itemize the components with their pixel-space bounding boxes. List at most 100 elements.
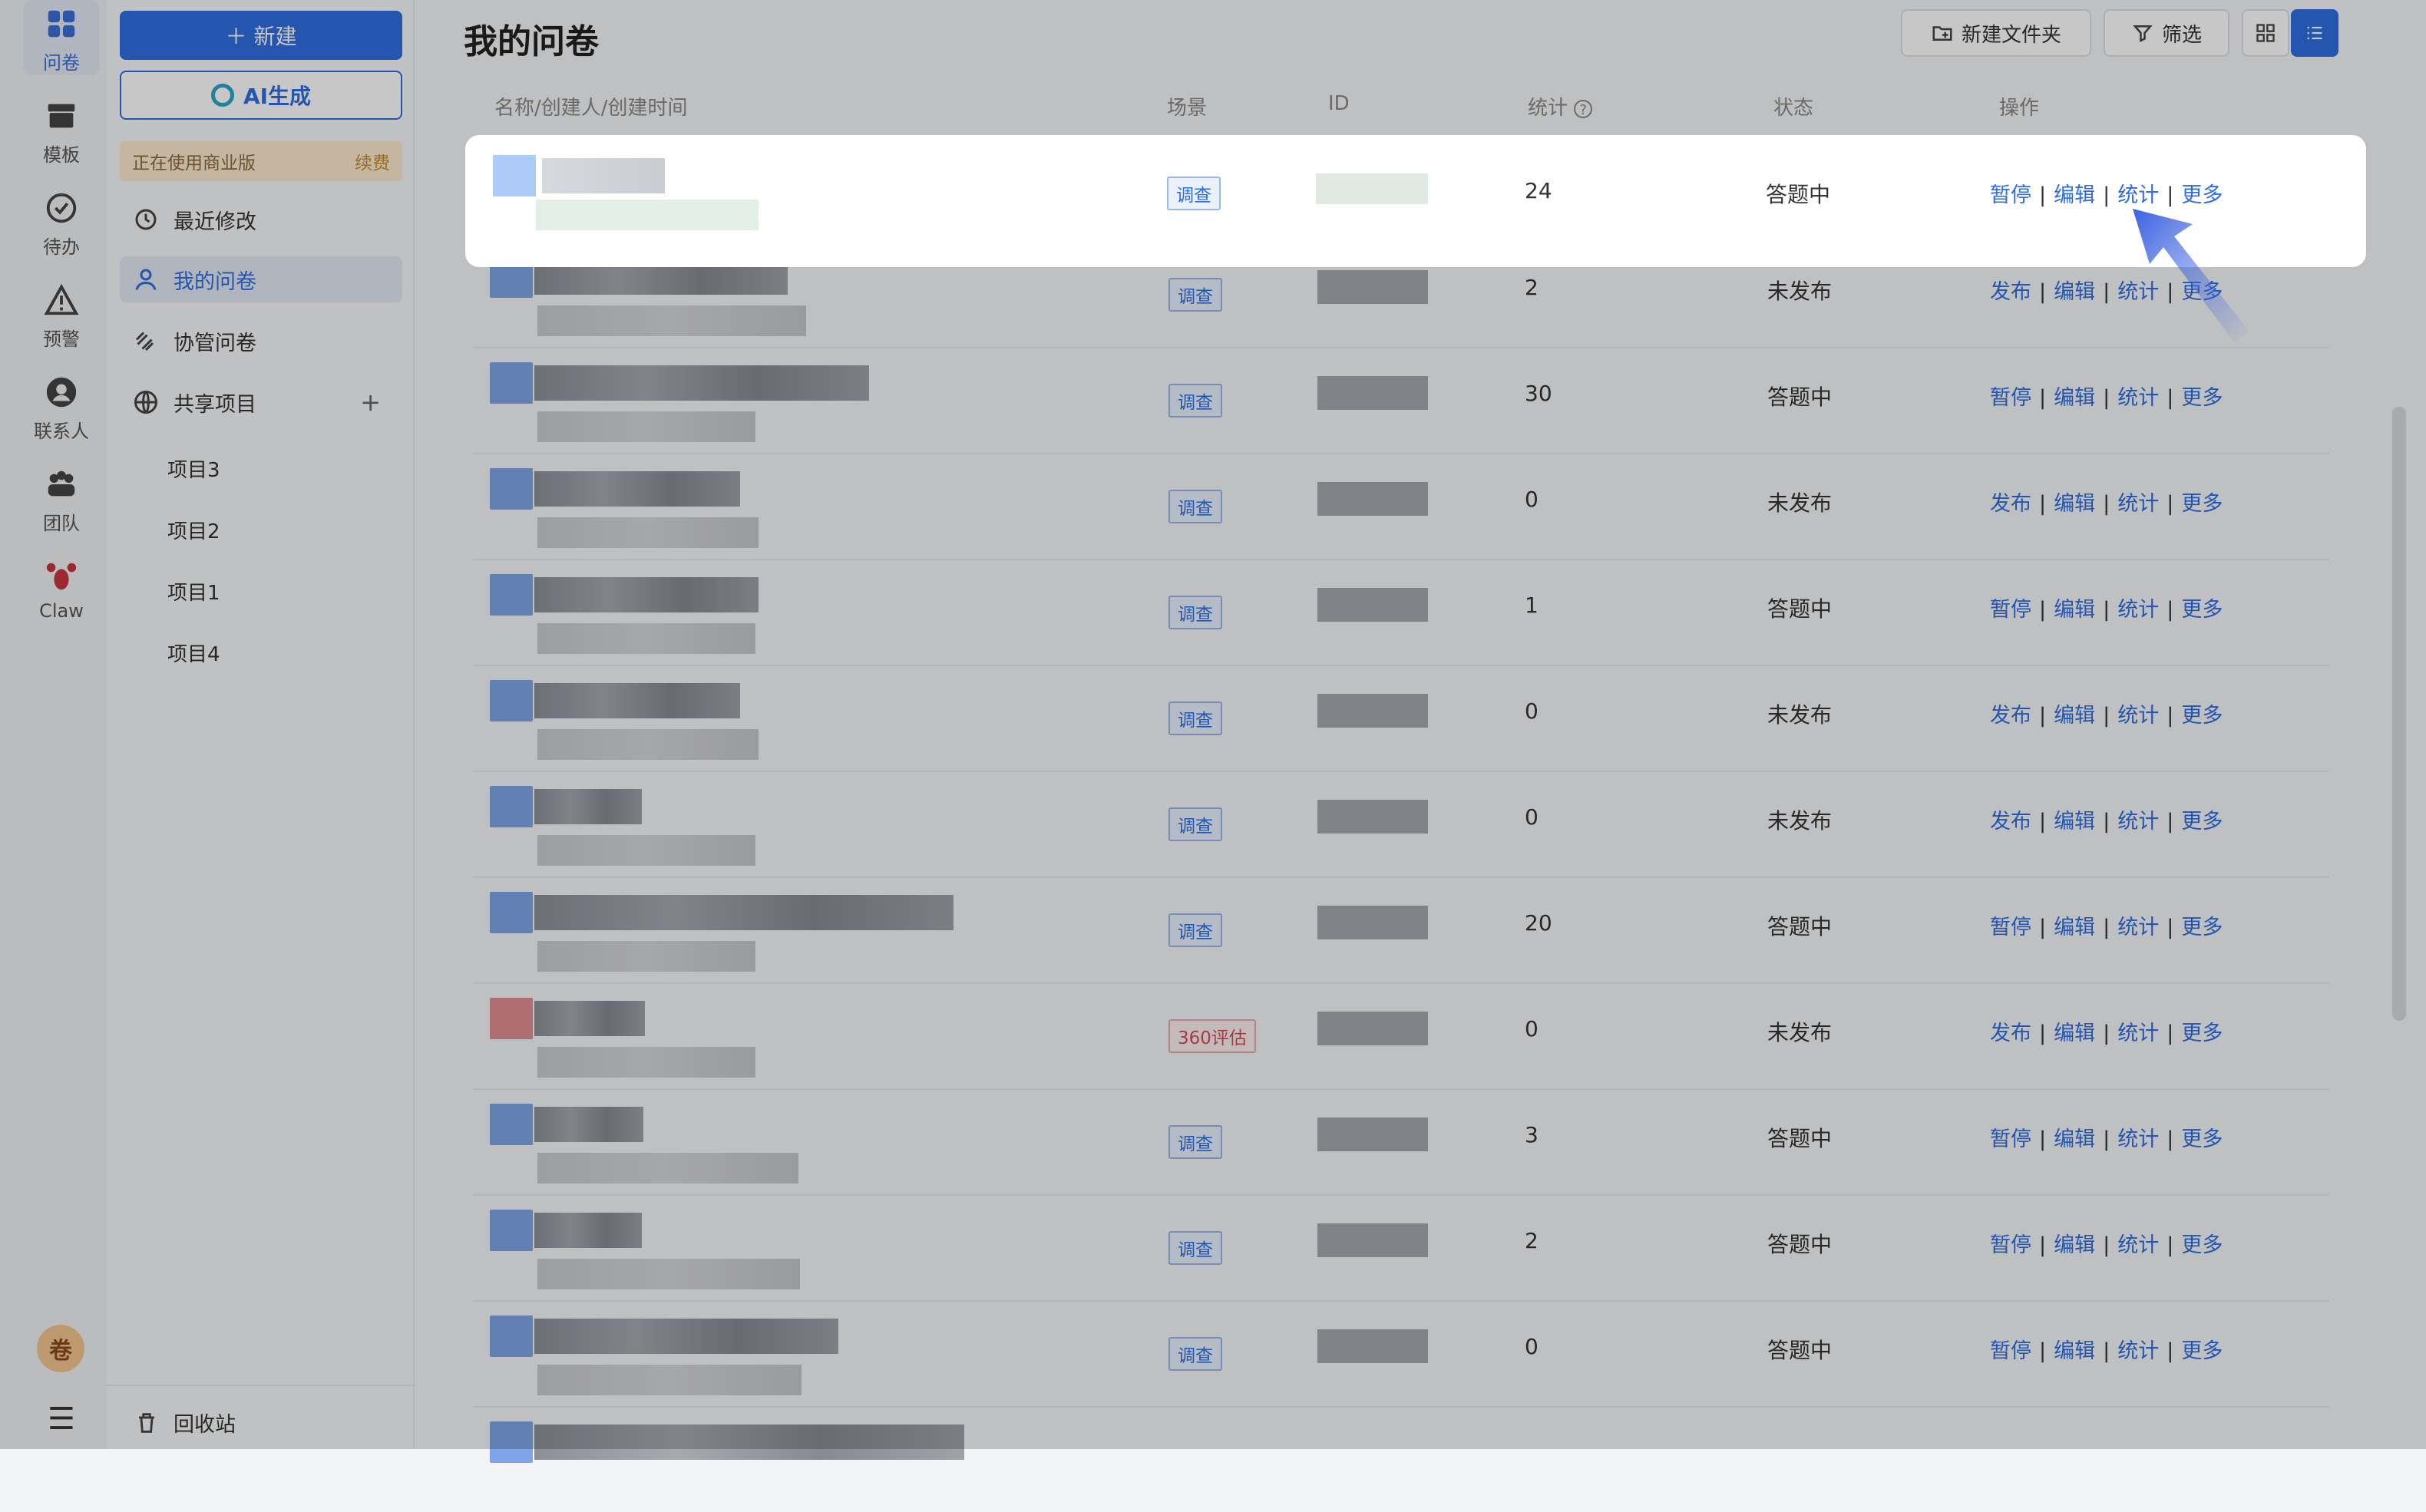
add-project-icon[interactable]: + <box>360 388 381 417</box>
rail-item-contacts[interactable]: 联系人 <box>23 375 100 443</box>
action-stats[interactable]: 统计 <box>2117 704 2159 728</box>
nav-item-co-managed[interactable]: 协管问卷 <box>120 318 402 364</box>
table-row[interactable]: 调查 2 答题中 暂停 | 编辑 | 统计 | 更多 <box>473 1194 2329 1302</box>
action-edit[interactable]: 编辑 <box>2054 704 2095 728</box>
status-text: 答题中 <box>1766 182 1831 207</box>
filter-button[interactable]: 筛选 <box>2104 9 2229 57</box>
grid-view-button[interactable] <box>2242 9 2289 57</box>
action-stats[interactable]: 统计 <box>2117 1127 2159 1151</box>
project-item[interactable]: 项目2 <box>167 516 220 544</box>
action-edit[interactable]: 编辑 <box>2054 916 2095 939</box>
action-stats[interactable]: 统计 <box>2117 810 2159 834</box>
action-edit[interactable]: 编辑 <box>2054 1127 2095 1151</box>
action-stats[interactable]: 统计 <box>2117 598 2159 622</box>
action-primary[interactable]: 暂停 <box>1990 916 2031 939</box>
scene-tag: 360评估 <box>1168 1019 1256 1053</box>
project-item[interactable]: 项目4 <box>167 639 220 667</box>
table-row[interactable]: 调查 20 答题中 暂停 | 编辑 | 统计 | 更多 <box>473 876 2329 984</box>
table-row[interactable]: 调查 0 未发布 发布 | 编辑 | 统计 | 更多 <box>473 771 2329 878</box>
renew-link[interactable]: 续费 <box>355 148 390 174</box>
action-edit[interactable]: 编辑 <box>2054 386 2095 410</box>
stat-count[interactable]: 2 <box>1525 275 1539 300</box>
action-edit[interactable]: 编辑 <box>2054 1022 2095 1045</box>
action-stats[interactable]: 统计 <box>2117 1022 2159 1045</box>
rail-item-claw[interactable]: Claw <box>23 559 100 622</box>
action-stats[interactable]: 统计 <box>2117 1339 2159 1363</box>
action-primary[interactable]: 暂停 <box>1990 386 2031 410</box>
action-primary[interactable]: 发布 <box>1990 280 2031 304</box>
action-more[interactable]: 更多 <box>2181 1233 2223 1257</box>
hamburger-icon[interactable]: ☰ <box>48 1401 75 1437</box>
table-row-partial[interactable] <box>473 1406 2329 1512</box>
stat-count[interactable]: 0 <box>1525 698 1539 724</box>
action-edit[interactable]: 编辑 <box>2054 810 2095 834</box>
action-edit[interactable]: 编辑 <box>2054 183 2095 207</box>
action-more[interactable]: 更多 <box>2181 1022 2223 1045</box>
stat-count[interactable]: 30 <box>1525 381 1552 406</box>
action-more[interactable]: 更多 <box>2181 1339 2223 1363</box>
action-edit[interactable]: 编辑 <box>2054 598 2095 622</box>
rail-item-team[interactable]: 团队 <box>23 467 100 535</box>
action-more[interactable]: 更多 <box>2181 916 2223 939</box>
action-pause[interactable]: 暂停 <box>1990 183 2031 207</box>
action-primary[interactable]: 发布 <box>1990 492 2031 516</box>
highlighted-row[interactable]: 调查 24 答题中 暂停 | 编辑 | 统计 | 更多 <box>465 135 2366 267</box>
stat-count[interactable]: 2 <box>1525 1228 1539 1253</box>
table-row[interactable]: 360评估 0 未发布 发布 | 编辑 | 统计 | 更多 <box>473 982 2329 1090</box>
rail-item-surveys[interactable]: 问卷 <box>23 0 100 75</box>
stat-count[interactable]: 0 <box>1525 1016 1539 1042</box>
help-icon[interactable]: ? <box>1574 100 1593 118</box>
stat-count[interactable]: 24 <box>1525 178 1552 203</box>
action-edit[interactable]: 编辑 <box>2054 1339 2095 1363</box>
action-stats[interactable]: 统计 <box>2117 386 2159 410</box>
table-row[interactable]: 调查 30 答题中 暂停 | 编辑 | 统计 | 更多 <box>473 347 2329 454</box>
nav-item-recent[interactable]: 最近修改 <box>120 196 402 243</box>
stat-count[interactable]: 0 <box>1525 487 1539 512</box>
action-edit[interactable]: 编辑 <box>2054 280 2095 304</box>
action-more[interactable]: 更多 <box>2181 810 2223 834</box>
new-folder-button[interactable]: 新建文件夹 <box>1901 9 2091 57</box>
action-primary[interactable]: 发布 <box>1990 1022 2031 1045</box>
avatar[interactable]: 卷 <box>37 1325 84 1372</box>
action-more[interactable]: 更多 <box>2181 598 2223 622</box>
table-row[interactable]: 调查 0 未发布 发布 | 编辑 | 统计 | 更多 <box>473 665 2329 772</box>
action-more[interactable]: 更多 <box>2181 704 2223 728</box>
rail-item-todo[interactable]: 待办 <box>23 190 100 259</box>
nav-item-shared-projects[interactable]: 共享项目 + <box>120 379 402 425</box>
table-row[interactable]: 调查 0 未发布 发布 | 编辑 | 统计 | 更多 <box>473 453 2329 560</box>
scrollbar[interactable] <box>2392 407 2406 1021</box>
list-view-button[interactable] <box>2291 9 2338 57</box>
project-item[interactable]: 项目1 <box>167 577 220 606</box>
action-primary[interactable]: 暂停 <box>1990 598 2031 622</box>
action-primary[interactable]: 暂停 <box>1990 1233 2031 1257</box>
action-stats[interactable]: 统计 <box>2117 492 2159 516</box>
action-stats[interactable]: 统计 <box>2117 1233 2159 1257</box>
blurred-name <box>534 895 954 930</box>
action-more[interactable]: 更多 <box>2181 1127 2223 1151</box>
action-edit[interactable]: 编辑 <box>2054 1233 2095 1257</box>
action-primary[interactable]: 发布 <box>1990 704 2031 728</box>
stat-count[interactable]: 0 <box>1525 1334 1539 1359</box>
action-stats[interactable]: 统计 <box>2117 916 2159 939</box>
action-primary[interactable]: 暂停 <box>1990 1127 2031 1151</box>
action-more[interactable]: 更多 <box>2181 492 2223 516</box>
stat-count[interactable]: 3 <box>1525 1122 1539 1147</box>
rail-item-templates[interactable]: 模板 <box>23 98 100 167</box>
recycle-bin[interactable]: 回收站 <box>134 1408 236 1438</box>
nav-item-my-surveys[interactable]: 我的问卷 <box>120 256 402 302</box>
status-text: 未发布 <box>1767 808 1833 834</box>
rail-item-alert[interactable]: 预警 <box>23 282 100 351</box>
new-button[interactable]: ＋ 新建 <box>120 11 402 60</box>
project-item[interactable]: 项目3 <box>167 454 220 483</box>
stat-count[interactable]: 20 <box>1525 910 1552 936</box>
action-primary[interactable]: 发布 <box>1990 810 2031 834</box>
ai-generate-button[interactable]: AI生成 <box>120 71 402 120</box>
action-edit[interactable]: 编辑 <box>2054 492 2095 516</box>
table-row[interactable]: 调查 0 答题中 暂停 | 编辑 | 统计 | 更多 <box>473 1300 2329 1408</box>
action-more[interactable]: 更多 <box>2181 386 2223 410</box>
table-row[interactable]: 调查 3 答题中 暂停 | 编辑 | 统计 | 更多 <box>473 1088 2329 1196</box>
action-primary[interactable]: 暂停 <box>1990 1339 2031 1363</box>
stat-count[interactable]: 0 <box>1525 804 1539 830</box>
table-row[interactable]: 调查 1 答题中 暂停 | 编辑 | 统计 | 更多 <box>473 559 2329 666</box>
stat-count[interactable]: 1 <box>1525 593 1539 618</box>
